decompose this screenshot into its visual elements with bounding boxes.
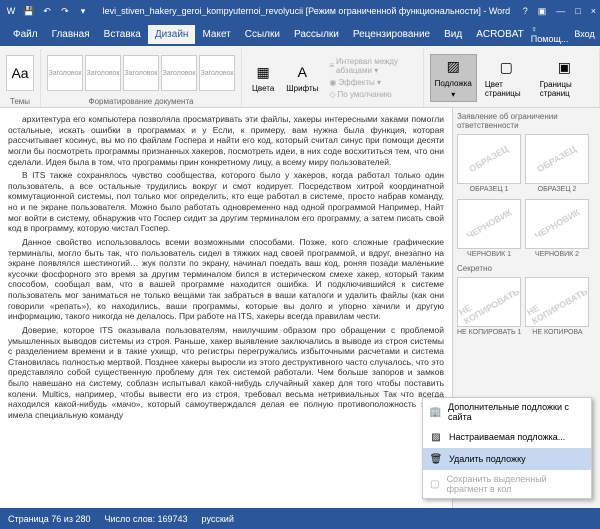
watermark-thumb-obrazec1[interactable]: ОБРАЗЕЦ xyxy=(457,134,521,184)
themes-label: Темы xyxy=(10,97,30,107)
watermark-thumb-nocopy1[interactable]: НЕ КОПИРОВАТЬ xyxy=(457,277,521,327)
word-icon: W xyxy=(4,4,18,18)
paragraph[interactable]: Данное свойство использовалось всеми воз… xyxy=(8,237,444,322)
default-button[interactable]: ◇ По умолчанию xyxy=(326,89,416,100)
themes-button[interactable]: Aa xyxy=(6,55,34,91)
custom-watermark-icon: ▨ xyxy=(429,430,443,444)
paragraph[interactable]: В ITS также сохранялось чувство сообщест… xyxy=(8,170,444,234)
tell-me-search[interactable]: ♀ Помощ... xyxy=(531,24,569,44)
style-item[interactable]: Заголовок xyxy=(85,55,121,91)
effects-button[interactable]: ◉ Эффекты ▾ xyxy=(326,77,416,88)
menu-save-selection[interactable]: ▢Сохранить выделенный фрагмент в кол xyxy=(423,470,591,498)
page-number[interactable]: Страница 76 из 280 xyxy=(8,514,90,524)
thumb-label: ОБРАЗЕЦ 2 xyxy=(538,186,577,193)
window-controls: ? ▣ — □ × xyxy=(523,6,596,17)
panel-title: Заявление об ограничении ответственности xyxy=(457,112,596,130)
tab-home[interactable]: Главная xyxy=(45,25,97,44)
colors-button[interactable]: ▦Цвета xyxy=(248,60,278,95)
style-item[interactable]: Заголовок xyxy=(47,55,83,91)
close-icon[interactable]: × xyxy=(591,6,596,17)
style-gallery[interactable]: Заголовок Заголовок Заголовок Заголовок … xyxy=(47,49,235,97)
thumb-label: НЕ КОПИРОВА xyxy=(532,329,582,336)
menu-remove-watermark[interactable]: 🗑Удалить подложку xyxy=(423,448,591,470)
help-icon[interactable]: ? xyxy=(523,6,528,17)
tab-review[interactable]: Рецензирование xyxy=(346,25,437,44)
tab-insert[interactable]: Вставка xyxy=(97,25,148,44)
document-page[interactable]: архитектура его компьютера позволяла про… xyxy=(0,108,452,508)
quick-access-toolbar: W 💾 ↶ ↷ ▾ xyxy=(4,4,90,18)
borders-icon: ▣ xyxy=(554,58,574,78)
watermark-thumb-obrazec2[interactable]: ОБРАЗЕЦ xyxy=(525,134,589,184)
thumb-label: ЧЕРНОВИК 1 xyxy=(467,251,511,258)
remove-watermark-icon: 🗑 xyxy=(429,452,443,466)
word-count[interactable]: Число слов: 169743 xyxy=(104,514,187,524)
page-color-icon: ▢ xyxy=(496,58,516,78)
thumb-label: ОБРАЗЕЦ 1 xyxy=(470,186,509,193)
menu-more-watermarks[interactable]: 🏢Дополнительные подложки с сайта xyxy=(423,398,591,426)
menu-custom-watermark[interactable]: ▨Настраиваемая подложка... xyxy=(423,426,591,448)
window-title: levi_stiven_hakery_geroi_kompyuternoi_re… xyxy=(90,6,523,16)
watermark-thumb-nocopy2[interactable]: НЕ КОПИРОВАТЬ xyxy=(525,277,589,327)
watermark-thumb-chernovik1[interactable]: ЧЕРНОВИК xyxy=(457,199,521,249)
format-label: Форматирование документа xyxy=(89,97,194,107)
thumb-label: ЧЕРНОВИК 2 xyxy=(535,251,579,258)
secret-section-label: Секретно xyxy=(457,264,596,273)
paragraph-spacing-button[interactable]: ≡ Интервал между абзацами ▾ xyxy=(326,56,416,76)
page-color-button[interactable]: ▢Цвет страницы xyxy=(481,56,532,100)
watermark-thumb-chernovik2[interactable]: ЧЕРНОВИК xyxy=(525,199,589,249)
save-icon[interactable]: 💾 xyxy=(22,4,36,18)
style-item[interactable]: Заголовок xyxy=(199,55,235,91)
tab-view[interactable]: Вид xyxy=(437,25,469,44)
ribbon: Aa Темы Заголовок Заголовок Заголовок За… xyxy=(0,46,600,108)
paragraph[interactable]: архитектура его компьютера позволяла про… xyxy=(8,114,444,167)
save-selection-icon: ▢ xyxy=(429,477,441,491)
office-icon: 🏢 xyxy=(429,405,442,419)
style-item[interactable]: Заголовок xyxy=(123,55,159,91)
sign-in-link[interactable]: Вход xyxy=(574,29,594,39)
tab-mailings[interactable]: Рассылки xyxy=(287,25,346,44)
minimize-icon[interactable]: — xyxy=(556,6,565,17)
tab-design[interactable]: Дизайн xyxy=(148,25,196,44)
fonts-icon: A xyxy=(292,62,312,82)
tab-acrobat[interactable]: ACROBAT xyxy=(469,25,531,44)
title-bar: W 💾 ↶ ↷ ▾ levi_stiven_hakery_geroi_kompy… xyxy=(0,0,600,22)
tab-file[interactable]: Файл xyxy=(6,25,45,44)
colors-icon: ▦ xyxy=(253,62,273,82)
watermark-button[interactable]: ▨Подложка▾ xyxy=(430,54,477,102)
undo-icon[interactable]: ↶ xyxy=(40,4,54,18)
style-item[interactable]: Заголовок xyxy=(161,55,197,91)
fonts-button[interactable]: AШрифты xyxy=(282,60,322,95)
tab-references[interactable]: Ссылки xyxy=(238,25,287,44)
status-bar: Страница 76 из 280 Число слов: 169743 ру… xyxy=(0,508,600,529)
thumb-label: НЕ КОПИРОВАТЬ 1 xyxy=(457,329,521,336)
redo-icon[interactable]: ↷ xyxy=(58,4,72,18)
ribbon-options-icon[interactable]: ▣ xyxy=(538,6,547,17)
tab-layout[interactable]: Макет xyxy=(195,25,237,44)
page-borders-button[interactable]: ▣Границы страниц xyxy=(536,56,593,100)
watermark-context-menu: 🏢Дополнительные подложки с сайта ▨Настра… xyxy=(422,397,592,499)
watermark-icon: ▨ xyxy=(443,57,463,77)
maximize-icon[interactable]: □ xyxy=(575,6,580,17)
qat-dropdown-icon[interactable]: ▾ xyxy=(76,4,90,18)
paragraph[interactable]: Доверие, которое ITS оказывала пользоват… xyxy=(8,325,444,421)
language[interactable]: русский xyxy=(202,514,234,524)
menu-bar: Файл Главная Вставка Дизайн Макет Ссылки… xyxy=(0,22,600,46)
